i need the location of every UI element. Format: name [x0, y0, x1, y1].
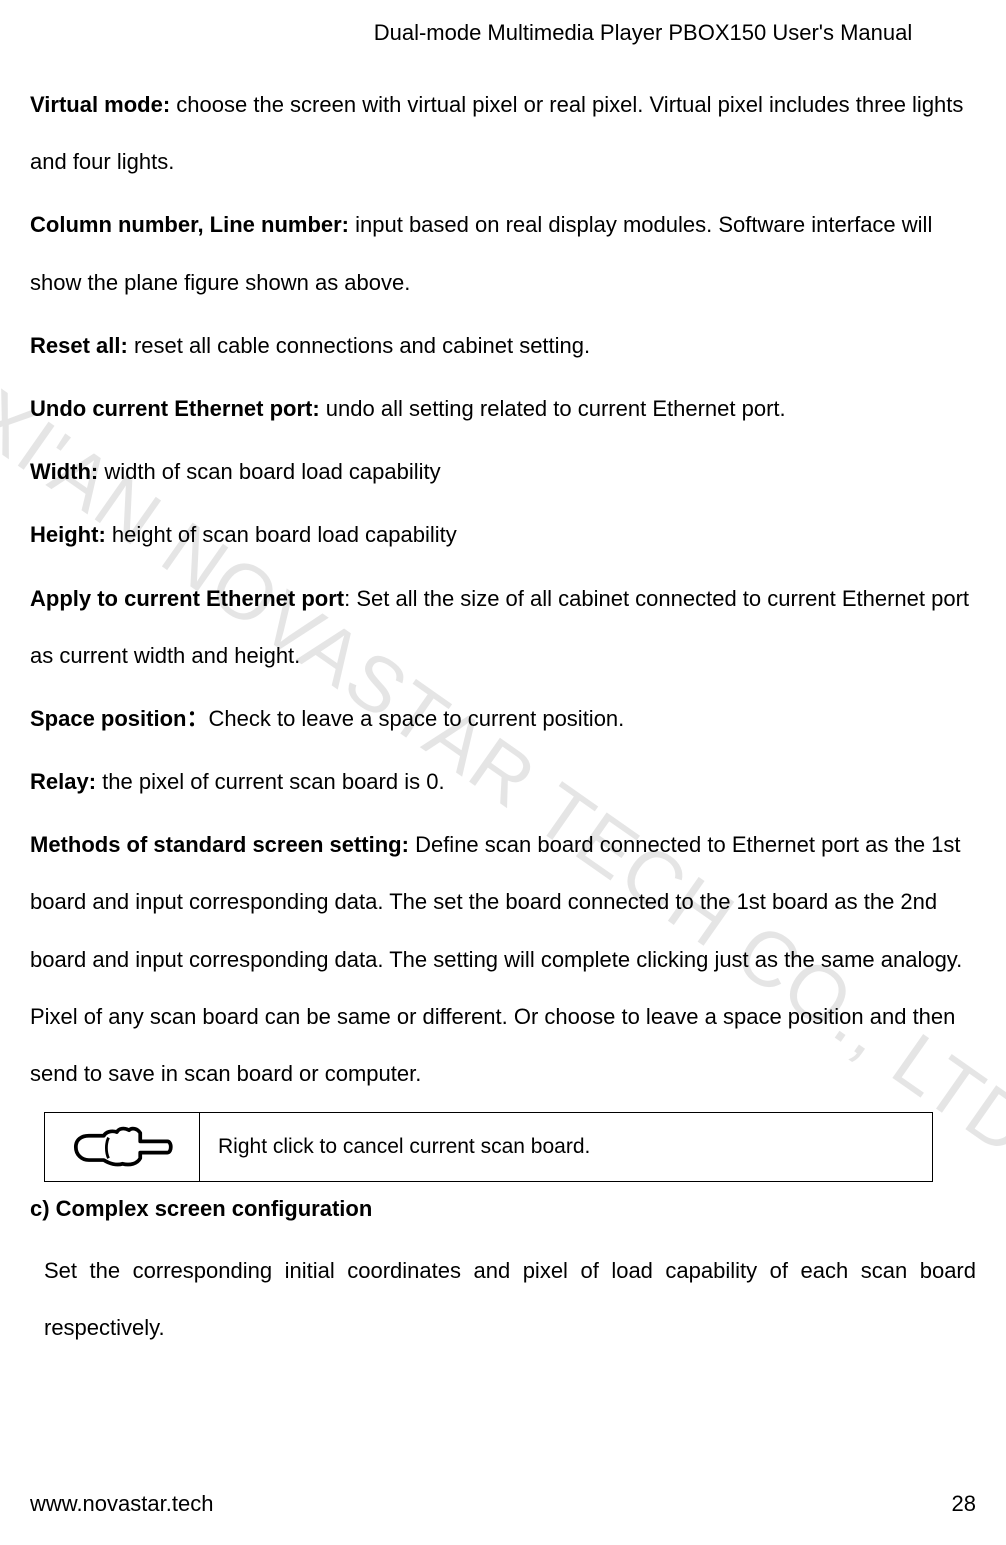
document-page: XI'AN NOVASTAR TECH CO., LTD Dual-mode M…: [0, 0, 1006, 1545]
body-content: Virtual mode: choose the screen with vir…: [30, 76, 976, 1102]
note-text: Right click to cancel current scan board…: [218, 1135, 590, 1158]
pointing-hand-icon: [65, 1119, 180, 1175]
desc: Define scan board connected to Ethernet …: [30, 832, 962, 1086]
def-undo-port: Undo current Ethernet port: undo all set…: [30, 380, 976, 437]
term: Height:: [30, 522, 106, 547]
desc: undo all setting related to current Ethe…: [320, 396, 786, 421]
def-relay: Relay: the pixel of current scan board i…: [30, 753, 976, 810]
footer-page-number: 28: [952, 1491, 976, 1517]
def-methods: Methods of standard screen setting: Defi…: [30, 816, 976, 1102]
def-space-position: Space position：Check to leave a space to…: [30, 690, 976, 747]
term: Apply to current Ethernet port: [30, 586, 344, 611]
term: Width:: [30, 459, 98, 484]
section-heading-complex: c) Complex screen configuration: [30, 1196, 976, 1222]
note-table: Right click to cancel current scan board…: [44, 1112, 933, 1182]
footer-url: www.novastar.tech: [30, 1491, 213, 1517]
term: Virtual mode:: [30, 92, 170, 117]
page-footer: www.novastar.tech 28: [30, 1491, 976, 1517]
desc: the pixel of current scan board is 0.: [96, 769, 445, 794]
section-paragraph: Set the corresponding initial coordinate…: [44, 1242, 976, 1356]
def-width: Width: width of scan board load capabili…: [30, 443, 976, 500]
def-apply-port: Apply to current Ethernet port: Set all …: [30, 570, 976, 684]
def-column-line: Column number, Line number: input based …: [30, 196, 976, 310]
def-virtual-mode: Virtual mode: choose the screen with vir…: [30, 76, 976, 190]
term: Space position：: [30, 706, 208, 731]
term: Relay:: [30, 769, 96, 794]
page-header-title: Dual-mode Multimedia Player PBOX150 User…: [30, 20, 976, 46]
term: Undo current Ethernet port:: [30, 396, 320, 421]
desc: width of scan board load capability: [98, 459, 440, 484]
note-icon-cell: [45, 1113, 200, 1182]
def-reset-all: Reset all: reset all cable connections a…: [30, 317, 976, 374]
desc: choose the screen with virtual pixel or …: [30, 92, 963, 174]
note-text-cell: Right click to cancel current scan board…: [200, 1113, 933, 1182]
def-height: Height: height of scan board load capabi…: [30, 506, 976, 563]
term: Reset all:: [30, 333, 128, 358]
term: Column number, Line number:: [30, 212, 349, 237]
term: Methods of standard screen setting:: [30, 832, 409, 857]
desc: Check to leave a space to current positi…: [208, 706, 624, 731]
desc: height of scan board load capability: [106, 522, 457, 547]
desc: reset all cable connections and cabinet …: [128, 333, 590, 358]
